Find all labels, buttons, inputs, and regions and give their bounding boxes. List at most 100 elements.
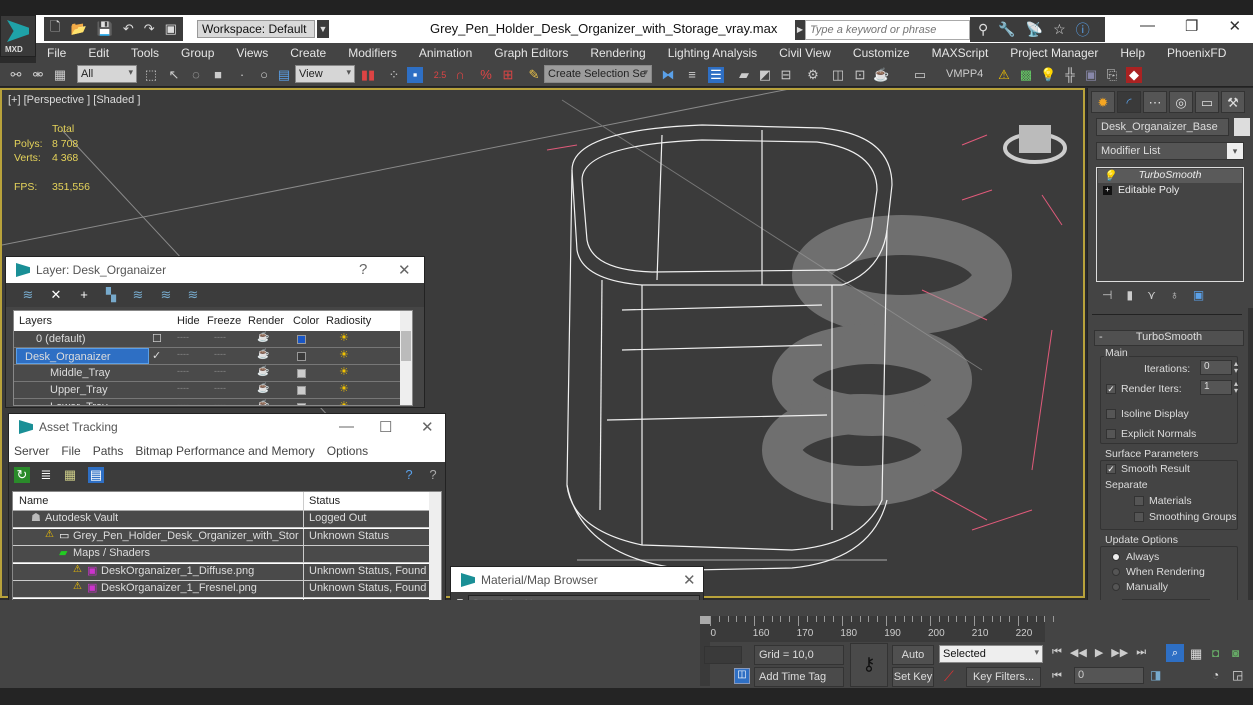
angle-snap-icon[interactable]: ∩	[452, 67, 468, 83]
current-layer-toggle[interactable]: ✓	[152, 349, 161, 362]
help-icon[interactable]: ?	[401, 467, 417, 483]
save-icon[interactable]: 💾	[97, 21, 113, 37]
render-setup-icon[interactable]: ◫	[830, 67, 846, 83]
remove-modifier-icon[interactable]: ♁	[1170, 288, 1179, 306]
freeze-toggle[interactable]: ----	[214, 366, 226, 376]
close-button[interactable]: ✕	[683, 571, 696, 589]
menu-edit[interactable]: Edit	[77, 46, 120, 60]
col-freeze[interactable]: Freeze	[207, 315, 241, 327]
freeze-toggle[interactable]: ----	[214, 349, 226, 359]
menu-file[interactable]: File	[61, 444, 80, 458]
layer-name[interactable]: Desk_Organaizer	[16, 348, 149, 364]
col-name[interactable]: Name	[19, 495, 48, 507]
binoculars-icon[interactable]: ⚲	[978, 21, 988, 38]
freeze-unfreeze-all-icon[interactable]: ≋	[185, 287, 201, 303]
refresh-icon[interactable]: ↻	[14, 467, 30, 483]
maximize-viewport-icon[interactable]: ◲	[1232, 668, 1243, 682]
scene-explorer-icon[interactable]: ▰	[736, 67, 752, 83]
layer-color-swatch[interactable]	[297, 403, 306, 405]
layer-color-swatch[interactable]	[297, 386, 306, 395]
hide-toggle[interactable]: ----	[177, 366, 189, 376]
utilities-tab-icon[interactable]: ⚒	[1221, 91, 1245, 113]
set-key-button[interactable]: Set Key	[892, 667, 934, 687]
help-button[interactable]: ?	[359, 261, 367, 278]
hide-toggle[interactable]: ----	[177, 383, 189, 393]
layer-dialog-titlebar[interactable]: Layer: Desk_Organaizer ? ✕	[6, 257, 424, 283]
turbosmooth-rollout-header[interactable]: - TurboSmooth	[1094, 330, 1244, 346]
material-browser-titlebar[interactable]: Material/Map Browser ✕	[451, 567, 703, 592]
asset-row[interactable]: ⚠ ▣ DeskOrganaizer_1_Diffuse.png Unknown St…	[13, 563, 431, 581]
layer-row[interactable]: Desk_Organaizer ✓ ---- ---- ☕ ☀	[14, 348, 404, 365]
menu-views[interactable]: Views	[225, 46, 279, 60]
menu-paths[interactable]: Paths	[93, 444, 124, 458]
layer-name[interactable]: Middle_Tray	[14, 365, 147, 381]
col-layers[interactable]: Layers	[19, 315, 52, 327]
explicit-normals-checkbox[interactable]	[1106, 429, 1116, 439]
layer-explorer-icon[interactable]: ☰	[708, 67, 724, 83]
menu-modifiers[interactable]: Modifiers	[337, 46, 408, 60]
asset-row[interactable]: ⚠ ▣ DeskOrganaizer_1_Fresnel.png Unknown St…	[13, 581, 431, 598]
asset-row[interactable]: ▰ Maps / Shaders	[13, 546, 431, 563]
make-unique-icon[interactable]: ⋎	[1147, 288, 1156, 306]
link-icon[interactable]: ⚯	[8, 67, 24, 83]
vray-save-icon[interactable]: ▣	[1083, 67, 1099, 83]
workspace-dropdown[interactable]: Workspace: Default	[197, 20, 315, 38]
close-button[interactable]: ✕	[1228, 17, 1241, 35]
align-icon[interactable]: ≡	[684, 67, 700, 83]
undo-icon[interactable]: ↶	[123, 21, 134, 37]
spinner-arrows-icon[interactable]: ▴ ▾	[1234, 360, 1238, 375]
select-objects-in-layer-icon[interactable]: ▚	[103, 287, 119, 303]
hide-toggle[interactable]: ----	[177, 400, 189, 405]
unlink-icon[interactable]: ⚮	[30, 67, 46, 83]
open-file-icon[interactable]: 📂	[70, 21, 86, 37]
menu-help[interactable]: Help	[1109, 46, 1156, 60]
menu-rendering[interactable]: Rendering	[579, 46, 656, 60]
named-selection-dropdown[interactable]: Create Selection Se ▾	[544, 65, 652, 83]
spinner-snap-icon[interactable]: ⊞	[500, 67, 516, 83]
next-frame-icon[interactable]: ▶▶	[1111, 646, 1128, 659]
update-radio-when-rendering[interactable]	[1112, 568, 1120, 576]
modifier-list-dropdown[interactable]: Modifier List ▾	[1096, 142, 1244, 160]
app-menu-button[interactable]: MXD	[0, 15, 36, 57]
stack-item-editable-poly[interactable]: + Editable Poly	[1098, 184, 1242, 198]
radiosity-sun-icon[interactable]: ☀	[339, 348, 349, 361]
material-editor-icon[interactable]: ⚙	[805, 67, 821, 83]
layer-name[interactable]: Upper_Tray	[14, 382, 147, 398]
layer-name[interactable]: Lower_Tray	[14, 399, 147, 405]
radiosity-sun-icon[interactable]: ☀	[339, 399, 349, 405]
select-scale-icon[interactable]: ▤	[276, 67, 292, 83]
hierarchy-tab-icon[interactable]: ⋯	[1143, 91, 1167, 113]
render-teapot-icon[interactable]: ☕	[257, 332, 269, 343]
orbit-icon[interactable]: ◔	[1212, 668, 1219, 682]
edit-named-selection-icon[interactable]: ✎	[526, 67, 542, 83]
region-select-icon[interactable]: ◌	[188, 67, 204, 83]
menu-phoenixfd[interactable]: PhoenixFD	[1156, 46, 1237, 60]
menu-server[interactable]: Server	[14, 444, 49, 458]
close-button[interactable]: ✕	[398, 261, 411, 279]
expand-icon[interactable]: +	[1103, 186, 1112, 195]
snap-toggle-icon[interactable]: 2.5	[432, 67, 448, 83]
layer-row[interactable]: Upper_Tray ---- ---- ☕ ☀	[14, 382, 404, 399]
warning-icon[interactable]: ⚠	[996, 67, 1012, 83]
motion-tab-icon[interactable]: ◎	[1169, 91, 1193, 113]
star-icon[interactable]: ☆	[1053, 21, 1066, 38]
layer-row[interactable]: Lower_Tray ---- ---- ☕ ☀	[14, 399, 404, 405]
search-expand-icon[interactable]: ▶	[795, 20, 805, 40]
selection-filter-dropdown[interactable]: All ▾	[77, 65, 137, 83]
render-teapot-icon[interactable]: ☕	[257, 366, 269, 377]
col-status[interactable]: Status	[309, 495, 340, 507]
prompt-field[interactable]	[704, 646, 742, 664]
layer-scrollbar[interactable]	[400, 311, 412, 405]
zoom-viewport-icon[interactable]: ⌕	[1166, 644, 1184, 662]
zoom-all-icon[interactable]: ▦	[1190, 646, 1202, 662]
radiosity-sun-icon[interactable]: ☀	[339, 365, 349, 378]
asset-row[interactable]: ⚠ ▭ Grey_Pen_Holder_Desk_Organizer_with_St…	[13, 528, 431, 546]
layer-color-swatch[interactable]	[297, 335, 306, 344]
col-hide[interactable]: Hide	[177, 315, 200, 327]
object-name-field[interactable]: Desk_Organaizer_Base	[1096, 118, 1229, 136]
previous-frame-icon[interactable]: ◀◀	[1070, 646, 1087, 659]
stack-item-turbosmooth[interactable]: 💡 TurboSmooth	[1098, 169, 1242, 183]
configure-sets-icon[interactable]: ▣	[1193, 288, 1204, 306]
menu-project-manager[interactable]: Project Manager	[999, 46, 1109, 60]
layer-row[interactable]: 0 (default) ☐ ---- ---- ☕ ☀	[14, 331, 404, 348]
